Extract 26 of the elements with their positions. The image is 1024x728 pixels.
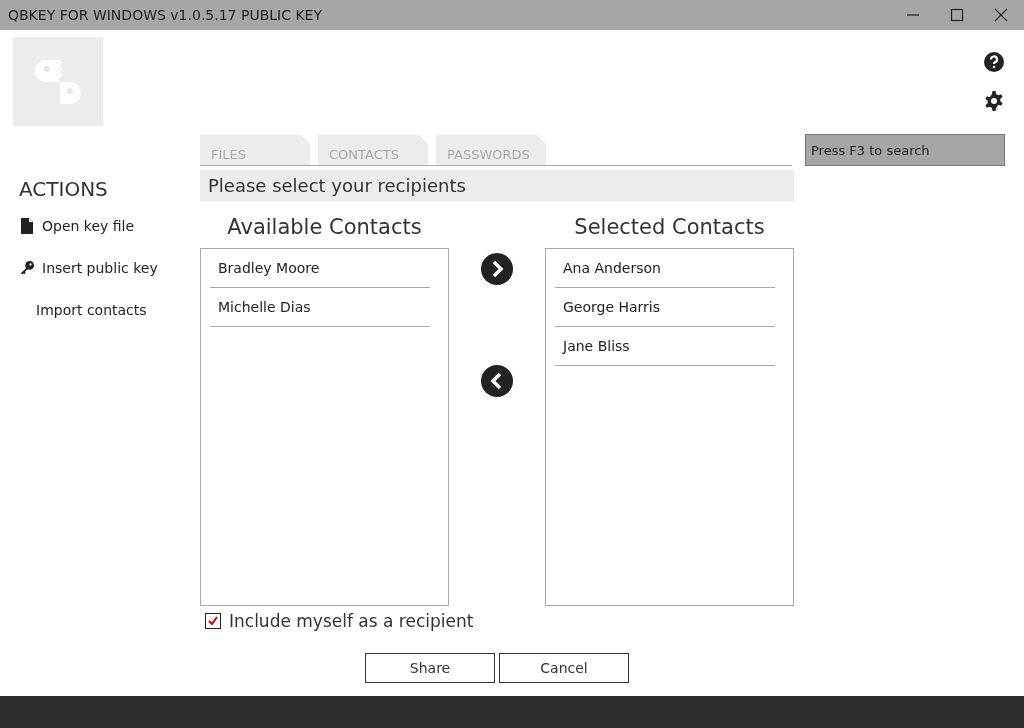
help-icon[interactable] (984, 52, 1004, 72)
key-icon (20, 260, 34, 276)
checkbox[interactable] (205, 613, 221, 629)
search-field[interactable]: Press F3 to search (805, 134, 1005, 166)
move-right-icon[interactable] (481, 253, 513, 285)
settings-icon[interactable] (984, 91, 1004, 111)
checkbox-label[interactable]: Include myself as a recipient (229, 611, 474, 631)
sidebar-item[interactable]: Insert public key (42, 260, 158, 276)
sidebar-item[interactable]: Import contacts (36, 302, 147, 318)
list-title: Selected Contacts (574, 215, 765, 241)
maximize-icon[interactable] (950, 8, 964, 22)
section-header: Please select your recipients (200, 170, 794, 201)
contact-item[interactable]: George Harris (555, 288, 775, 327)
list-title: Available Contacts (227, 215, 422, 241)
move-left-icon[interactable] (481, 365, 513, 397)
contact-item[interactable]: Bradley Moore (210, 249, 430, 288)
dialog-button[interactable]: Cancel (499, 653, 629, 683)
contact-item[interactable]: Jane Bliss (555, 327, 775, 366)
contact-item[interactable]: Ana Anderson (555, 249, 775, 288)
close-icon[interactable] (994, 8, 1008, 22)
dialog-button[interactable]: Share (365, 653, 495, 683)
document-icon (20, 218, 34, 234)
window-title: QBKEY FOR WINDOWS v1.0.5.17 PUBLIC KEY (8, 7, 322, 23)
sidebar-heading: ACTIONS (19, 177, 109, 201)
sidebar-item[interactable]: Open key file (42, 218, 135, 234)
contact-item[interactable]: Michelle Dias (210, 288, 430, 327)
